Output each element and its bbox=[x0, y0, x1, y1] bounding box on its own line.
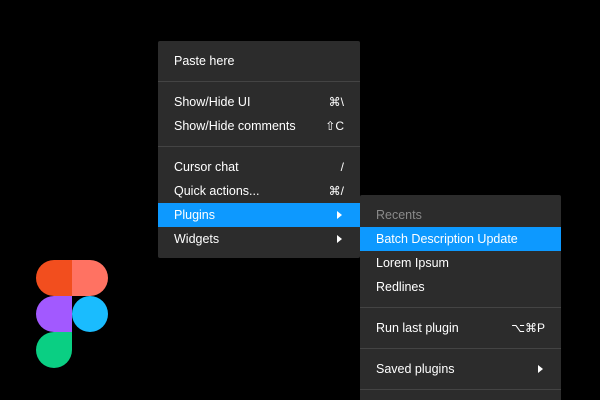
canvas: Paste here Show/Hide UI ⌘\ Show/Hide com… bbox=[0, 0, 600, 400]
submenu-section-recents: Recents bbox=[360, 203, 561, 227]
menu-item-label: Quick actions... bbox=[174, 184, 260, 198]
menu-item-show-hide-comments[interactable]: Show/Hide comments ⇧C bbox=[158, 114, 360, 138]
menu-item-quick-actions[interactable]: Quick actions... ⌘/ bbox=[158, 179, 360, 203]
plugin-item-lorem-ipsum[interactable]: Lorem Ipsum bbox=[360, 251, 561, 275]
chevron-right-icon bbox=[337, 235, 342, 243]
menu-item-paste-here[interactable]: Paste here bbox=[158, 49, 360, 73]
menu-item-label: Paste here bbox=[174, 54, 235, 68]
menu-item-shortcut: ⌘\ bbox=[328, 95, 344, 109]
figma-logo-bottom bbox=[36, 332, 72, 368]
figma-logo-top-left bbox=[36, 260, 72, 296]
menu-item-run-last-plugin[interactable]: Run last plugin ⌥⌘P bbox=[360, 316, 561, 340]
figma-logo-top-right bbox=[72, 260, 108, 296]
chevron-right-icon bbox=[538, 365, 543, 373]
menu-separator bbox=[158, 146, 360, 147]
menu-separator bbox=[360, 348, 561, 349]
chevron-right-icon bbox=[337, 211, 342, 219]
menu-item-widgets[interactable]: Widgets bbox=[158, 227, 360, 251]
figma-logo-circle bbox=[72, 296, 108, 332]
menu-item-shortcut: ⌘/ bbox=[328, 184, 344, 198]
menu-item-label: Lorem Ipsum bbox=[376, 256, 449, 270]
menu-item-label: Show/Hide UI bbox=[174, 95, 251, 109]
menu-separator bbox=[360, 307, 561, 308]
plugin-item-batch-description-update[interactable]: Batch Description Update bbox=[360, 227, 561, 251]
menu-item-show-hide-ui[interactable]: Show/Hide UI ⌘\ bbox=[158, 90, 360, 114]
plugin-item-redlines[interactable]: Redlines bbox=[360, 275, 561, 299]
menu-item-shortcut: ⌥⌘P bbox=[511, 321, 545, 335]
menu-item-label: Saved plugins bbox=[376, 362, 455, 376]
menu-separator bbox=[158, 81, 360, 82]
context-menu: Paste here Show/Hide UI ⌘\ Show/Hide com… bbox=[158, 41, 360, 258]
figma-logo-icon bbox=[36, 260, 108, 368]
menu-item-label: Widgets bbox=[174, 232, 220, 246]
menu-item-shortcut: / bbox=[340, 160, 344, 174]
figma-logo-middle-left bbox=[36, 296, 72, 332]
menu-item-label: Batch Description Update bbox=[376, 232, 518, 246]
plugins-submenu: Recents Batch Description Update Lorem I… bbox=[360, 195, 561, 400]
section-label: Recents bbox=[376, 208, 422, 222]
menu-item-label: Run last plugin bbox=[376, 321, 459, 335]
menu-item-label: Show/Hide comments bbox=[174, 119, 296, 133]
menu-item-label: Plugins bbox=[174, 208, 215, 222]
menu-item-label: Redlines bbox=[376, 280, 425, 294]
menu-item-saved-plugins[interactable]: Saved plugins bbox=[360, 357, 561, 381]
menu-item-plugins[interactable]: Plugins bbox=[158, 203, 360, 227]
menu-item-cursor-chat[interactable]: Cursor chat / bbox=[158, 155, 360, 179]
menu-separator bbox=[360, 389, 561, 390]
menu-item-shortcut: ⇧C bbox=[325, 119, 344, 133]
menu-item-label: Cursor chat bbox=[174, 160, 239, 174]
